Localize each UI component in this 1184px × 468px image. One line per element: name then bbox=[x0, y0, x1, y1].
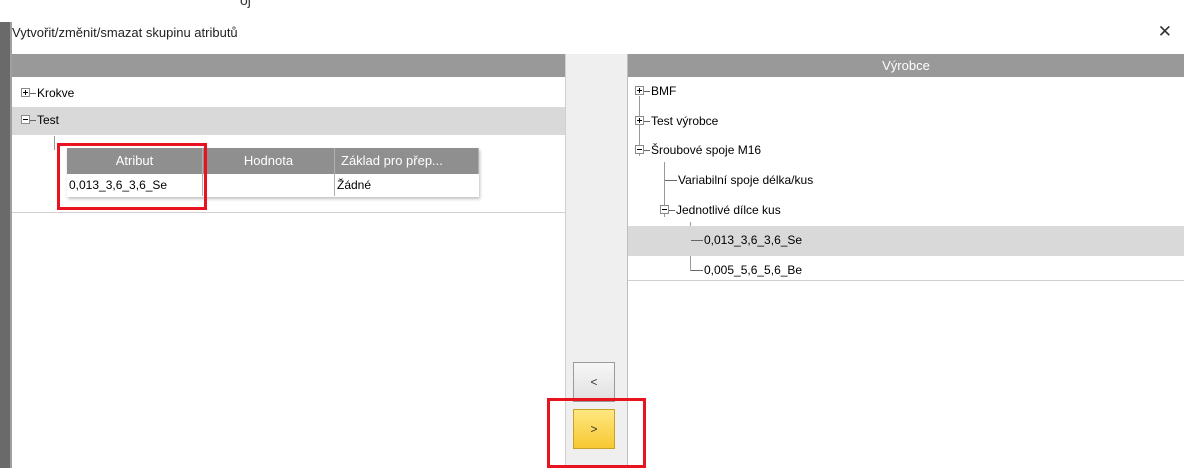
collapse-icon[interactable] bbox=[635, 145, 644, 155]
tree-item-label: Variabilní spoje délka/kus bbox=[678, 173, 814, 187]
tree-item-0013-se[interactable]: 0,013_3,6_3,6_Se bbox=[691, 228, 802, 253]
tree-connector bbox=[30, 93, 36, 95]
grid-cell-zaklad[interactable]: Žádné bbox=[335, 174, 479, 196]
tree-item-label: Krokve bbox=[37, 86, 75, 100]
right-panel-header: Výrobce bbox=[628, 54, 1184, 77]
move-right-button[interactable]: > bbox=[573, 409, 615, 449]
grid-header-zaklad[interactable]: Základ pro přep... bbox=[335, 148, 479, 174]
tree-item-label: 0,013_3,6_3,6_Se bbox=[704, 233, 803, 247]
top-strip: ој bbox=[0, 0, 1184, 22]
tree-item-label: Jednotlivé dílce kus bbox=[676, 203, 781, 217]
tree-item-label: Šroubové spoje M16 bbox=[651, 143, 762, 157]
grid-header-hodnota[interactable]: Hodnota bbox=[203, 148, 335, 174]
right-tree-panel: Výrobce BMF Test výrobce Šroubové spoje … bbox=[628, 54, 1184, 468]
divider bbox=[628, 280, 1184, 281]
tree-item-bmf[interactable]: BMF bbox=[635, 79, 676, 104]
tree-item-sroubove-spoje[interactable]: Šroubové spoje M16 bbox=[635, 138, 761, 163]
tree-connector bbox=[644, 121, 650, 123]
attribute-grid: Atribut Hodnota Základ pro přep... 0,013… bbox=[67, 148, 479, 197]
move-left-button[interactable]: < bbox=[573, 362, 615, 402]
tree-connector bbox=[644, 150, 650, 152]
collapse-icon[interactable] bbox=[21, 115, 30, 125]
tree-connector bbox=[665, 180, 677, 182]
grid-header-atribut[interactable]: Atribut bbox=[67, 148, 203, 174]
selected-row-highlight bbox=[12, 107, 565, 135]
close-icon[interactable]: ✕ bbox=[1158, 22, 1172, 42]
dialog-titlebar: Vytvořit/změnit/smazat skupinu atributů … bbox=[12, 22, 1184, 46]
tree-connector-line bbox=[54, 136, 55, 150]
expand-icon[interactable] bbox=[21, 88, 30, 98]
tree-item-test-vyrobce[interactable]: Test výrobce bbox=[635, 109, 718, 134]
tree-connector bbox=[30, 120, 36, 122]
tree-item-label: Test výrobce bbox=[651, 114, 719, 128]
expand-icon[interactable] bbox=[635, 86, 644, 96]
tree-item-label: Test bbox=[37, 113, 60, 127]
divider bbox=[12, 212, 565, 213]
tree-connector bbox=[691, 240, 703, 242]
tree-item-variabilni-spoje[interactable]: Variabilní spoje délka/kus bbox=[665, 168, 813, 193]
tree-item-krokve[interactable]: Krokve bbox=[21, 81, 74, 106]
transfer-button-strip: < > bbox=[566, 54, 628, 468]
dialog-title: Vytvořit/změnit/smazat skupinu atributů bbox=[12, 25, 238, 40]
tree-item-label: BMF bbox=[651, 84, 677, 98]
collapse-icon[interactable] bbox=[660, 205, 669, 215]
tree-item-jednotlive-dilce[interactable]: Jednotlivé dílce kus bbox=[660, 198, 781, 223]
tree-connector bbox=[669, 210, 675, 212]
tree-connector bbox=[691, 270, 703, 272]
left-tree-panel: Krokve Test Atribut Hodnota Základ pro p… bbox=[12, 54, 566, 468]
tree-item-test[interactable]: Test bbox=[21, 108, 59, 133]
expand-icon[interactable] bbox=[635, 116, 644, 126]
cropped-text: ој bbox=[240, 0, 251, 8]
grid-cell-hodnota[interactable] bbox=[203, 174, 335, 196]
grid-cell-atribut[interactable]: 0,013_3,6_3,6_Se bbox=[67, 174, 203, 196]
tree-connector bbox=[644, 91, 650, 93]
window-edge bbox=[0, 22, 10, 468]
left-panel-header bbox=[12, 54, 565, 77]
tree-item-label: 0,005_5,6_5,6_Be bbox=[704, 263, 803, 277]
